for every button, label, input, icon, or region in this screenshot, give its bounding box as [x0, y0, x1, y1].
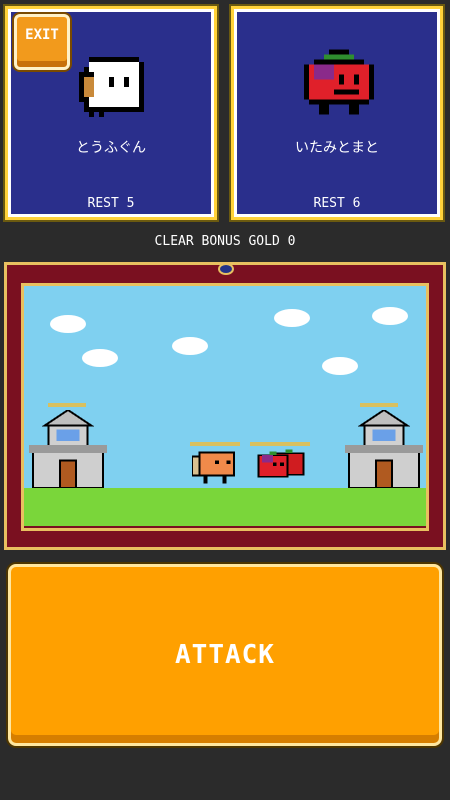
grass-ground	[24, 488, 426, 526]
cloud-icon	[50, 315, 86, 333]
tofu-unit-sprite	[192, 451, 236, 484]
cloud-icon	[274, 309, 310, 327]
tofu-unit-hp-bar	[190, 442, 240, 446]
player-rest-count: REST 5	[87, 196, 135, 211]
player-unit-name: とうふぐん	[76, 140, 146, 156]
battlefield	[24, 286, 426, 526]
exit-button[interactable]: EXIT	[14, 14, 70, 70]
enemy-unit-name: いたみとまと	[295, 140, 379, 156]
enemy-castle-icon	[345, 410, 423, 488]
enemy-rest-count: REST 6	[313, 196, 361, 211]
clear-bonus-text: CLEAR BONUS GOLD 0	[154, 234, 296, 249]
attack-button[interactable]: ATTACK	[8, 564, 442, 746]
tofu-icon	[79, 57, 144, 117]
gem-icon	[218, 263, 234, 275]
cloud-icon	[372, 307, 408, 325]
cloud-icon	[172, 337, 208, 355]
cloud-icon	[322, 357, 358, 375]
enemy-castle-hp-bar	[360, 403, 398, 407]
tomato-icon	[304, 49, 374, 115]
cloud-icon	[82, 349, 118, 367]
player-castle-hp-bar	[48, 403, 86, 407]
tomato-unit-sprite	[257, 451, 289, 478]
enemy-unit-card: いたみとまと REST 6	[231, 6, 443, 220]
player-castle-icon	[29, 410, 107, 488]
